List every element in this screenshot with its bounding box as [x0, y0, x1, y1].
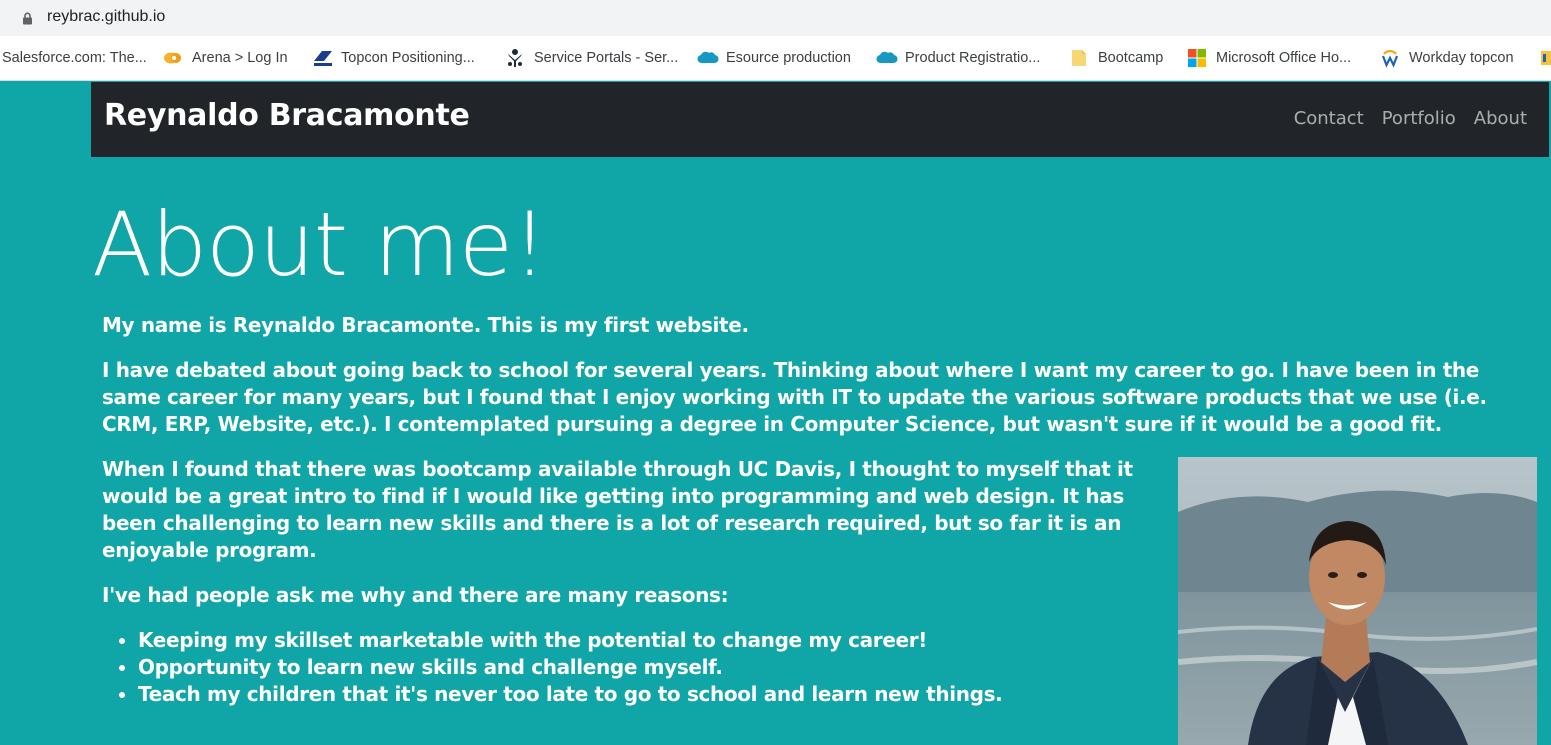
nav-link-contact[interactable]: Contact [1294, 108, 1364, 129]
reasons-intro: I've had people ask me why and there are… [102, 583, 729, 607]
microsoft-icon [1187, 48, 1207, 68]
bookmark-arena[interactable]: Arena > Log In [163, 36, 288, 80]
bootcamp-paragraph: When I found that there was bootcamp ava… [102, 457, 1133, 562]
site-navbar: Reynaldo Bracamonte Contact Portfolio Ab… [91, 82, 1549, 157]
bookmark-label: Esource production [726, 50, 851, 66]
bookmark-label: Product Registratio... [905, 50, 1041, 66]
page-heading: About me! [92, 193, 547, 296]
bookmark-icon [1541, 48, 1551, 68]
bookmark-label: Topcon Positioning... [341, 50, 475, 66]
url-text: reybrac.github.io [47, 8, 166, 25]
arena-icon [163, 48, 183, 68]
nav-link-about[interactable]: About [1474, 108, 1527, 129]
profile-photo [1178, 457, 1537, 745]
bookmark-service-portals[interactable]: Service Portals - Ser... [505, 36, 678, 80]
address-bar[interactable]: reybrac.github.io [0, 0, 1551, 36]
salesforce-cloud-icon [697, 48, 719, 68]
salesforce-cloud-icon [876, 48, 898, 68]
bookmark-esource[interactable]: Esource production [697, 36, 851, 80]
topcon-icon [312, 48, 332, 68]
bookmark-overflow[interactable] [1541, 36, 1551, 80]
bookmark-bootcamp[interactable]: Bootcamp [1069, 36, 1163, 80]
lock-icon [23, 12, 32, 25]
bookmark-workday[interactable]: Workday topcon [1380, 36, 1514, 80]
bookmark-microsoft-office[interactable]: Microsoft Office Ho... [1187, 36, 1351, 80]
bookmark-product-registration[interactable]: Product Registratio... [876, 36, 1040, 80]
bookmark-label: Workday topcon [1409, 50, 1514, 66]
nav-links: Contact Portfolio About [1294, 108, 1527, 129]
bookmark-label: Microsoft Office Ho... [1216, 50, 1352, 66]
bookmark-salesforce[interactable]: Salesforce.com: The... [2, 36, 147, 80]
workday-icon [1380, 48, 1400, 68]
bookmark-label: Bootcamp [1098, 50, 1164, 66]
bookmark-label: Service Portals - Ser... [534, 50, 679, 66]
bookmark-label: Arena > Log In [192, 50, 288, 66]
brand-name[interactable]: Reynaldo Bracamonte [104, 98, 470, 133]
bookmark-topcon[interactable]: Topcon Positioning... [312, 36, 475, 80]
bookmarks-bar: Salesforce.com: The... Arena > Log In To… [0, 36, 1551, 81]
url-field[interactable]: reybrac.github.io [0, 1, 1551, 34]
bookmark-label: Salesforce.com: The... [2, 50, 147, 66]
intro-paragraph: My name is Reynaldo Bracamonte. This is … [102, 313, 749, 337]
service-portal-icon [505, 48, 525, 68]
folder-icon [1069, 48, 1089, 68]
nav-link-portfolio[interactable]: Portfolio [1382, 108, 1456, 129]
career-paragraph: I have debated about going back to schoo… [102, 358, 1487, 436]
